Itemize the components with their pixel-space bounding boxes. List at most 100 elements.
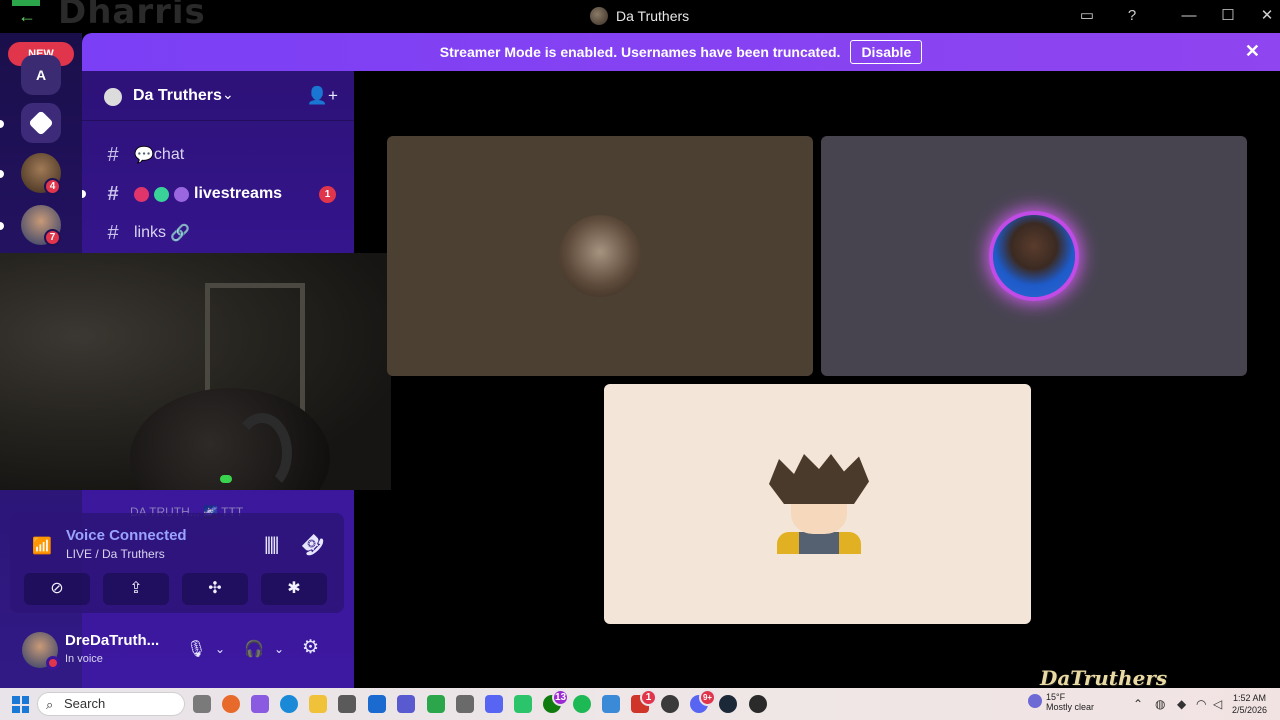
- notification-badge: 1: [640, 689, 657, 706]
- purple-dot-icon: [174, 186, 189, 202]
- unread-pill: [0, 170, 4, 178]
- server-count-badge: 4: [44, 178, 61, 195]
- soundboard-button[interactable]: ✱: [261, 573, 327, 605]
- avatar: [559, 215, 641, 297]
- participant-tile[interactable]: [604, 384, 1031, 624]
- window-title: Da Truthers: [590, 7, 689, 25]
- weather-desc: Mostly clear: [1046, 702, 1095, 712]
- server-a[interactable]: A: [21, 55, 61, 95]
- inbox-icon[interactable]: ▭: [1076, 6, 1098, 26]
- chevron-down-icon[interactable]: ⌄: [222, 86, 234, 103]
- title-bar: Dharris ← Da Truthers ▭ ? — ☐ ✕: [0, 0, 1280, 33]
- headphones-icon[interactable]: 🎧: [244, 639, 264, 659]
- obs-icon[interactable]: [749, 695, 767, 713]
- taskbar-search[interactable]: ⌕ Search: [37, 692, 185, 716]
- username[interactable]: DreDaTruth...: [65, 632, 165, 649]
- app-icon[interactable]: [427, 695, 445, 713]
- unread-pill: [82, 190, 86, 198]
- file-explorer-icon[interactable]: [309, 695, 327, 713]
- disconnect-icon[interactable]: ☎: [295, 527, 330, 562]
- channel-chat[interactable]: # 💬 chat: [90, 138, 346, 172]
- link-icon: 🔗: [170, 225, 190, 242]
- steam-icon[interactable]: [719, 695, 737, 713]
- avatar-hood: [799, 532, 839, 554]
- server-name[interactable]: Da Truthers: [133, 87, 222, 105]
- dnd-status-icon: [46, 656, 60, 670]
- chevron-down-icon[interactable]: ⌄: [274, 642, 284, 656]
- camera-off-button[interactable]: ⊘: [24, 573, 90, 605]
- mention-badge: 1: [319, 185, 336, 203]
- server-dice-icon[interactable]: [21, 103, 61, 143]
- hash-icon: #: [107, 182, 119, 205]
- screen-share-button[interactable]: ⇪: [103, 573, 169, 605]
- red-dot-icon: [134, 186, 149, 202]
- store-icon[interactable]: [338, 695, 356, 713]
- maximize-button[interactable]: ☐: [1217, 6, 1239, 26]
- user-panel: DreDaTruth... In voice 🎙 ⌄ 🎧 ⌄ ⚙: [10, 622, 344, 678]
- signal-icon[interactable]: 📶: [32, 536, 52, 556]
- participant-tile[interactable]: [387, 136, 813, 376]
- channel-links[interactable]: # links 🔗: [90, 216, 346, 250]
- microphone-icon[interactable]: 🎙: [186, 639, 206, 659]
- server-count-badge: 7: [44, 229, 61, 246]
- server-header[interactable]: Da Truthers ⌄ 👤+: [82, 71, 354, 121]
- taskbar: ⌕ Search 13 1 9+ 15°F Mostly clear ⌃ ◍ ◆…: [0, 688, 1280, 720]
- voice-channel-subtitle[interactable]: LIVE / Da Truthers: [66, 547, 165, 561]
- streamer-mode-banner: Streamer Mode is enabled. Usernames have…: [82, 33, 1280, 71]
- windows-start-icon[interactable]: [12, 696, 29, 713]
- user-status: In voice: [65, 653, 103, 665]
- firefox-icon[interactable]: [222, 695, 240, 713]
- avatar: [769, 454, 869, 554]
- participant-tile-speaking[interactable]: [821, 136, 1247, 376]
- noise-suppression-icon[interactable]: |||||: [264, 534, 279, 555]
- volume-icon[interactable]: ◁: [1213, 697, 1222, 711]
- search-label: Search: [64, 696, 106, 711]
- task-view-icon[interactable]: [193, 695, 211, 713]
- green-dot-icon: [154, 186, 169, 202]
- invite-people-icon[interactable]: 👤+: [307, 86, 338, 106]
- channel-emoji: 💬: [134, 147, 154, 164]
- weather-temp: 15°F: [1046, 692, 1066, 702]
- weather-widget[interactable]: 15°F Mostly clear: [1028, 692, 1094, 712]
- activities-button[interactable]: ✣: [182, 573, 248, 605]
- wifi-icon[interactable]: ◠: [1196, 697, 1206, 711]
- watermark-logo: DaTruthers: [1040, 666, 1168, 690]
- tray-app-icon[interactable]: ◍: [1155, 697, 1165, 711]
- close-button[interactable]: ✕: [1256, 6, 1278, 26]
- tray-app-icon[interactable]: ◆: [1177, 697, 1186, 711]
- app-window: Dharris ← Da Truthers ▭ ? — ☐ ✕ Streamer…: [0, 0, 1280, 720]
- help-icon[interactable]: ?: [1121, 6, 1143, 26]
- disable-button[interactable]: Disable: [850, 40, 923, 64]
- copilot-icon[interactable]: [251, 695, 269, 713]
- back-button[interactable]: ←: [18, 6, 36, 27]
- webcam-overlay: [0, 253, 391, 490]
- close-icon[interactable]: ✕: [1245, 41, 1260, 62]
- spotify-icon[interactable]: [573, 695, 591, 713]
- app-icon[interactable]: [661, 695, 679, 713]
- app-icon[interactable]: [456, 695, 474, 713]
- system-clock[interactable]: 1:52 AM 2/5/2026: [1232, 692, 1267, 716]
- teams-icon[interactable]: [397, 695, 415, 713]
- app-icon[interactable]: [485, 695, 503, 713]
- app-icon[interactable]: [602, 695, 620, 713]
- gear-icon[interactable]: ⚙: [302, 636, 319, 659]
- app-icon[interactable]: [514, 695, 532, 713]
- banner-text: Streamer Mode is enabled. Usernames have…: [439, 44, 841, 60]
- server-icon: [590, 7, 608, 25]
- channel-name: chat: [153, 146, 185, 163]
- edge-icon[interactable]: [280, 695, 298, 713]
- voice-connected-panel: 📶 Voice Connected LIVE / Da Truthers |||…: [10, 513, 344, 613]
- chevron-up-icon[interactable]: ⌃: [1133, 697, 1143, 711]
- channel-name: links: [134, 224, 167, 241]
- chevron-down-icon[interactable]: ⌄: [215, 642, 225, 656]
- minimize-button[interactable]: —: [1178, 6, 1200, 26]
- search-icon: ⌕: [46, 697, 54, 712]
- outlook-icon[interactable]: [368, 695, 386, 713]
- voice-status-title[interactable]: Voice Connected: [66, 527, 187, 544]
- window-title-text: Da Truthers: [616, 8, 690, 24]
- headset-led: [220, 475, 232, 483]
- channel-livestreams[interactable]: # livestreams 1: [82, 177, 346, 211]
- hash-icon: #: [107, 221, 119, 244]
- unread-pill: [0, 120, 4, 128]
- weather-icon: [1028, 694, 1042, 708]
